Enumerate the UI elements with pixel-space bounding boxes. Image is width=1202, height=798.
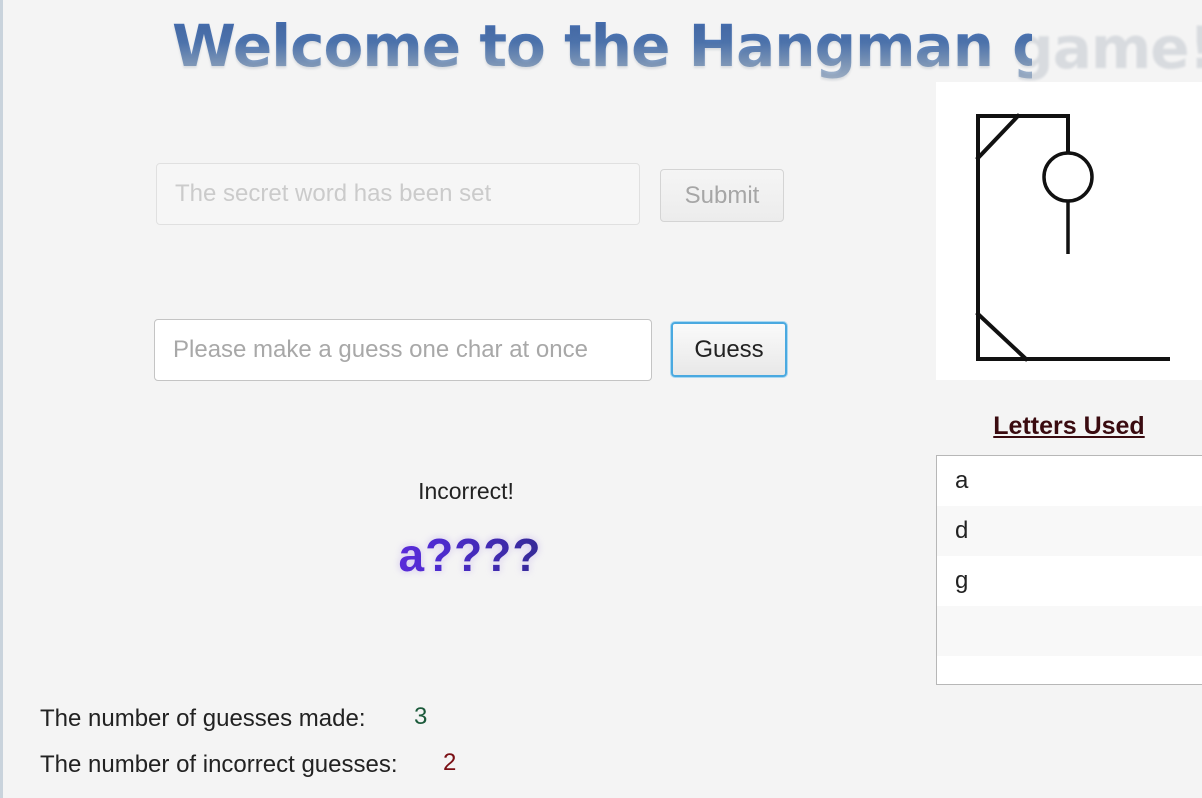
submit-button[interactable]: Submit <box>660 169 784 222</box>
list-item[interactable] <box>937 606 1202 656</box>
window-edge <box>0 0 3 798</box>
page-title: Welcome to the Hangman game! <box>172 8 1202 84</box>
list-item[interactable]: a <box>937 456 1202 506</box>
list-item[interactable]: d <box>937 506 1202 556</box>
masked-word: a???? <box>300 528 640 582</box>
guesses-made-value: 3 <box>414 703 428 730</box>
gallows-brace-top <box>975 113 1021 161</box>
incorrect-guesses-label: The number of incorrect guesses: <box>40 751 398 778</box>
guess-input[interactable] <box>154 319 652 381</box>
hangman-drawing <box>936 82 1202 380</box>
letters-used-list[interactable]: a d g <box>936 455 1202 685</box>
hangman-head <box>1042 151 1094 203</box>
incorrect-guesses-value: 2 <box>443 749 457 776</box>
guesses-made-label: The number of guesses made: <box>40 705 366 732</box>
secret-word-input[interactable] <box>156 163 640 225</box>
guess-button[interactable]: Guess <box>671 322 787 377</box>
letters-used-title: Letters Used <box>993 412 1145 440</box>
guess-result-text: Incorrect! <box>418 478 514 504</box>
list-item[interactable]: g <box>937 556 1202 606</box>
list-item[interactable] <box>937 656 1202 684</box>
gallows-brace-bottom <box>975 311 1029 362</box>
